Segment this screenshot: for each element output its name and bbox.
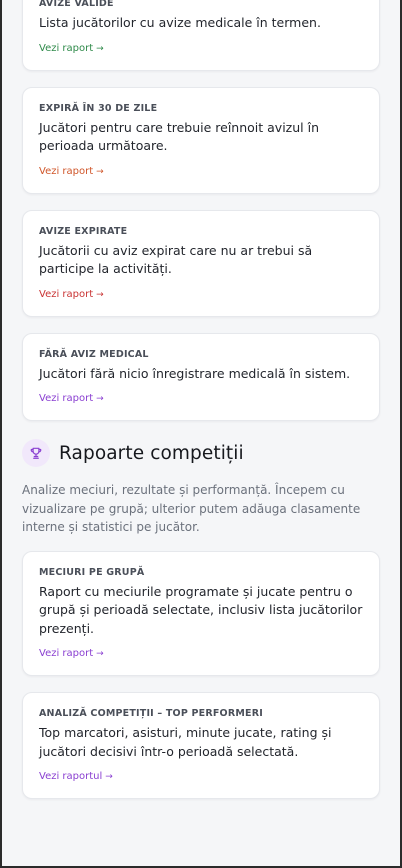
report-card-expiring-30-days: EXPIRĂ ÎN 30 DE ZILE Jucători pentru car… [22, 86, 380, 194]
report-card-valid-approvals: AVIZE VALIDE Lista jucătorilor cu avize … [22, 0, 380, 71]
section-icon-badge [22, 439, 50, 467]
card-description: Lista jucătorilor cu avize medicale în t… [39, 15, 321, 30]
card-title: ANALIZĂ COMPETIȚII – TOP PERFORMERI [39, 708, 263, 719]
report-card-no-medical-approval: FĂRĂ AVIZ MEDICAL Jucători fără nicio în… [22, 332, 380, 421]
link-label: Vezi raportul [39, 771, 103, 782]
card-title: AVIZE EXPIRATE [39, 225, 128, 237]
trophy-icon [30, 447, 42, 459]
link-label: Vezi raport [39, 648, 94, 659]
card-description: Jucători fără nicio înregistrare medical… [39, 365, 351, 381]
card-description: Jucători pentru care trebuie reînnoit av… [39, 119, 319, 154]
card-title: FĂRĂ AVIZ MEDICAL [39, 348, 149, 360]
view-report-link[interactable]: Vezi raportul → [39, 770, 113, 784]
link-label: Vezi raport [39, 288, 94, 300]
report-card-top-performers: ANALIZĂ COMPETIȚII – TOP PERFORMERI Top … [22, 692, 380, 799]
view-report-link[interactable]: Vezi raport → [39, 288, 104, 302]
arrow-right-icon: → [96, 166, 104, 177]
view-report-link[interactable]: Vezi raport → [39, 647, 104, 661]
view-report-link[interactable]: Vezi raport → [39, 392, 104, 406]
link-label: Vezi raport [39, 165, 94, 177]
arrow-right-icon: → [105, 772, 113, 782]
card-description: Top marcatori, asisturi, minute jucate, … [39, 725, 332, 759]
view-report-link[interactable]: Vezi raport → [39, 165, 104, 179]
arrow-right-icon: → [96, 394, 104, 404]
card-title: EXPIRĂ ÎN 30 DE ZILE [39, 102, 158, 114]
report-card-expired-approvals: AVIZE EXPIRATE Jucătorii cu aviz expirat… [22, 209, 380, 317]
link-label: Vezi raport [39, 42, 94, 54]
reports-list: AVIZE VALIDE Lista jucătorilor cu avize … [22, 0, 380, 815]
arrow-right-icon: → [96, 43, 104, 54]
arrow-right-icon: → [96, 289, 104, 300]
card-title: MECIURI PE GRUPĂ [39, 566, 145, 578]
link-label: Vezi raport [39, 393, 94, 404]
card-description: Jucătorii cu aviz expirat care nu ar tre… [39, 242, 313, 277]
view-report-link[interactable]: Vezi raport → [39, 42, 104, 56]
section-description: Analize meciuri, rezultate și performanț… [22, 483, 361, 534]
section-title: Rapoarte competiții [59, 442, 244, 464]
arrow-right-icon: → [96, 649, 104, 659]
page-frame: AVIZE VALIDE Lista jucătorilor cu avize … [0, 0, 402, 868]
competitions-section-header: Rapoarte competiții [22, 437, 380, 469]
card-description: Raport cu meciurile programate și jucate… [39, 583, 363, 636]
card-title: AVIZE VALIDE [39, 0, 114, 9]
report-card-matches-per-group: MECIURI PE GRUPĂ Raport cu meciurile pro… [22, 550, 380, 676]
